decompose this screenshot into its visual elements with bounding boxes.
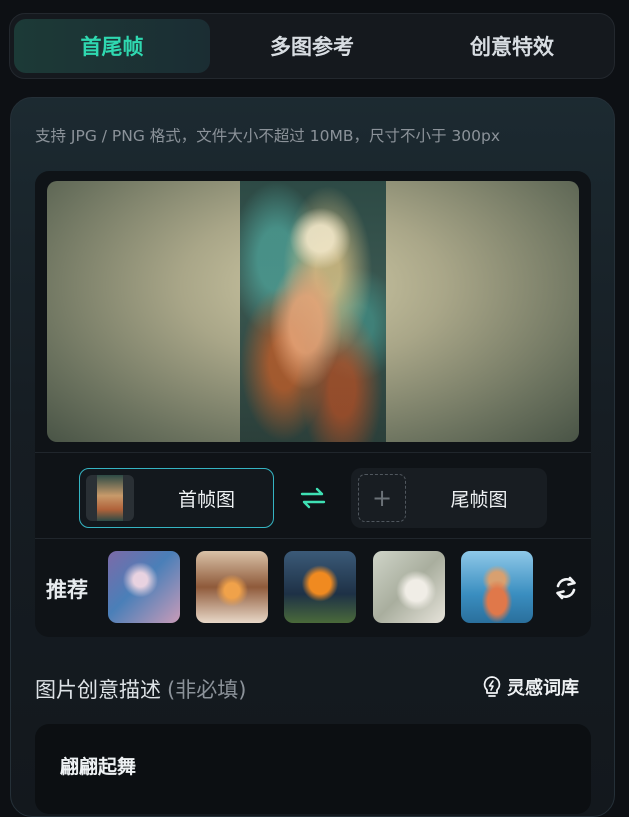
description-title-text: 图片创意描述 <box>35 678 161 702</box>
refresh-icon[interactable] <box>552 574 580 602</box>
description-title: 图片创意描述 (非必填) <box>35 674 246 704</box>
inspiration-library-label: 灵感词库 <box>507 678 579 699</box>
first-frame-button[interactable]: 首帧图 <box>79 468 274 528</box>
lightbulb-icon <box>483 676 501 697</box>
tab-first-last-frame[interactable]: 首尾帧 <box>14 19 210 73</box>
first-frame-thumbnail <box>86 475 134 521</box>
swap-icon[interactable] <box>298 483 328 513</box>
divider <box>35 538 591 539</box>
upload-card: 支持 JPG / PNG 格式，文件大小不超过 10MB，尺寸不小于 300px… <box>10 97 615 817</box>
description-optional-note: (非必填) <box>167 678 247 702</box>
image-preview[interactable] <box>47 181 579 442</box>
description-input[interactable]: 翩翩起舞 <box>35 724 591 814</box>
recommend-item-underwater-girl[interactable] <box>108 551 180 623</box>
dancer-image <box>240 181 386 442</box>
recommend-item-pumpkin-house[interactable] <box>284 551 356 623</box>
recommend-item-girl-with-cat[interactable] <box>373 551 445 623</box>
recommend-label: 推荐 <box>46 578 88 602</box>
mode-tabs: 首尾帧 多图参考 创意特效 <box>9 13 615 79</box>
upload-hint: 支持 JPG / PNG 格式，文件大小不超过 10MB，尺寸不小于 300px <box>35 127 500 145</box>
tab-multi-image-reference[interactable]: 多图参考 <box>214 19 410 73</box>
inspiration-library-link[interactable]: 灵感词库 <box>481 674 579 700</box>
recommend-item-hamster-float[interactable] <box>461 551 533 623</box>
tab-creative-effects[interactable]: 创意特效 <box>414 19 610 73</box>
last-frame-button[interactable]: + 尾帧图 <box>351 468 547 528</box>
upload-panel: 首帧图 + 尾帧图 推荐 <box>35 171 591 637</box>
first-frame-label: 首帧图 <box>177 488 235 511</box>
last-frame-label: 尾帧图 <box>450 488 508 511</box>
recommend-item-snow-cabin[interactable] <box>196 551 268 623</box>
divider <box>35 452 591 453</box>
plus-icon: + <box>358 474 406 522</box>
